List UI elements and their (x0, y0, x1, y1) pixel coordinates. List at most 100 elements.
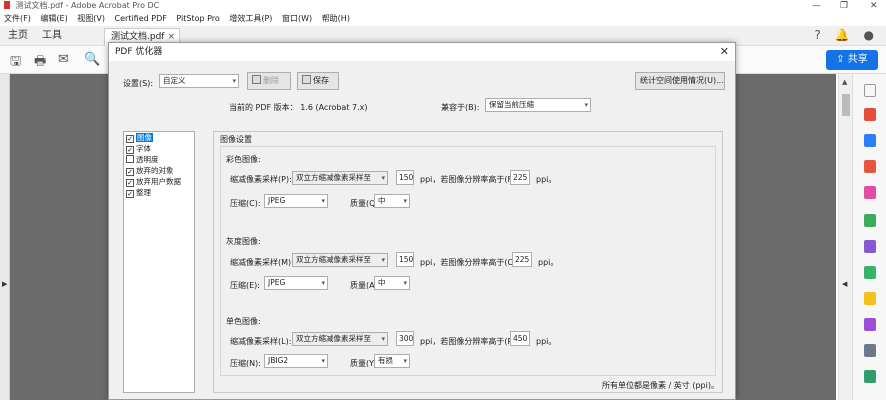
mono-ppi-input[interactable]: 300 (396, 331, 414, 346)
select-value: 双立方缩减像素采样至 (296, 173, 371, 182)
expand-left-icon[interactable]: ▶ (2, 280, 7, 288)
checkbox[interactable]: ✓ (126, 168, 134, 176)
mono-quality-select[interactable]: 有损 ▾ (374, 354, 410, 368)
color-compression-label: 压缩(C): (230, 199, 261, 208)
comment-icon[interactable] (864, 292, 876, 305)
color-quality-select[interactable]: 中 ▾ (374, 194, 410, 208)
minimize-button[interactable]: — (812, 0, 821, 12)
category-item-discard-objects[interactable]: ✓ 放弃的对象 (124, 165, 194, 176)
select-value: JBIG2 (268, 356, 289, 365)
menu-edit[interactable]: 编辑(E) (40, 14, 67, 23)
category-label: 放弃用户数据 (136, 177, 181, 186)
gray-compression-label: 压缩(E): (230, 281, 260, 290)
checkbox[interactable]: ✓ (126, 135, 134, 143)
help-icon[interactable]: ? (815, 28, 821, 42)
checkbox[interactable] (126, 155, 134, 163)
category-label: 放弃的对象 (136, 166, 174, 175)
gray-above-input[interactable]: 225 (512, 252, 532, 267)
select-value: JPEG (268, 196, 286, 205)
chevron-down-icon: ▾ (321, 197, 325, 205)
gray-ppi-input[interactable]: 150 (396, 252, 414, 267)
tab-tools[interactable]: 工具 (42, 26, 62, 46)
gray-above-unit: ppi。 (538, 258, 559, 267)
category-item-fonts[interactable]: ✓ 字体 (124, 143, 194, 154)
gray-quality-select[interactable]: 中 ▾ (374, 276, 410, 290)
save-icon[interactable]: 🖫 (10, 52, 21, 74)
scroll-thumb[interactable] (842, 94, 850, 116)
compat-label: 兼容于(B): (441, 103, 480, 112)
checkbox[interactable]: ✓ (126, 190, 134, 198)
scroll-up-icon[interactable]: ▲ (842, 78, 847, 86)
vertical-scrollbar[interactable]: ▲ ◀ (838, 74, 852, 400)
chevron-down-icon: ▾ (403, 357, 407, 365)
save-settings-button[interactable]: 保存 (297, 72, 339, 90)
dialog-close-icon[interactable]: ✕ (720, 43, 729, 61)
settings-select[interactable]: 自定义 ▾ (159, 74, 239, 88)
delete-button-label: 删除 (263, 76, 279, 85)
left-collapse-strip[interactable]: ▶ (0, 74, 10, 400)
color-compression-select[interactable]: JPEG ▾ (264, 194, 328, 208)
mono-images-title: 单色图像: (226, 317, 261, 326)
share-icon: ⇪ (836, 54, 848, 65)
maximize-button[interactable]: ❐ (840, 0, 848, 12)
tab-home[interactable]: 主页 (8, 26, 28, 46)
search-tool-icon[interactable] (864, 84, 876, 97)
checkbox[interactable]: ✓ (126, 146, 134, 154)
mono-compression-select[interactable]: JBIG2 ▾ (264, 354, 328, 368)
close-window-button[interactable]: ✕ (870, 0, 878, 12)
gray-compression-select[interactable]: JPEG ▾ (264, 276, 328, 290)
menu-plugins[interactable]: 增效工具(P) (229, 14, 272, 23)
enhance-scans-icon[interactable] (864, 266, 876, 279)
mono-ppi-unit: ppi，若图像分辨率高于(R) (420, 337, 517, 346)
mono-downsample-select[interactable]: 双立方缩减像素采样至 ▾ (292, 332, 388, 346)
share-button[interactable]: ⇪ 共享 (826, 50, 878, 70)
menu-bar: 文件(F) 编辑(E) 视图(V) Certified PDF PitStop … (0, 12, 886, 26)
select-value: 有损 (378, 356, 393, 365)
menu-file[interactable]: 文件(F) (4, 14, 31, 23)
gray-images-title: 灰度图像: (226, 237, 261, 246)
organize-pages-icon[interactable] (864, 240, 876, 253)
chevron-down-icon: ▾ (403, 197, 407, 205)
user-icon[interactable]: ● (864, 28, 874, 42)
category-item-images[interactable]: ✓ 图像 (124, 132, 194, 143)
color-above-input[interactable]: 225 (510, 170, 530, 185)
delete-button[interactable]: 删除 (247, 72, 291, 90)
audit-space-button[interactable]: 统计空间使用情况(U)... (635, 72, 725, 90)
menu-certified-pdf[interactable]: Certified PDF (115, 14, 167, 23)
menu-help[interactable]: 帮助(H) (322, 14, 350, 23)
menu-view[interactable]: 视图(V) (77, 14, 105, 23)
chevron-down-icon: ▾ (381, 174, 385, 182)
menu-window[interactable]: 窗口(W) (282, 14, 312, 23)
category-list[interactable]: ✓ 图像 ✓ 字体 透明度 ✓ 放弃的对象 ✓ 放弃用户数据 ✓ 整理 (123, 131, 195, 393)
menu-pitstop[interactable]: PitStop Pro (176, 14, 219, 23)
chevron-down-icon: ▾ (381, 335, 385, 343)
color-downsample-select[interactable]: 双立方缩减像素采样至 ▾ (292, 171, 388, 185)
image-settings-heading: 图像设置 (220, 135, 252, 144)
export-pdf-icon[interactable] (864, 108, 876, 121)
zoom-icon[interactable]: 🔍 (84, 52, 100, 67)
checkbox[interactable]: ✓ (126, 179, 134, 187)
color-ppi-input[interactable]: 150 (396, 170, 414, 185)
gray-downsample-label: 缩减像素采样(M): (230, 258, 294, 267)
compat-select[interactable]: 保留当前压缩 ▾ (485, 98, 591, 112)
category-item-clean-up[interactable]: ✓ 整理 (124, 187, 194, 198)
dialog-title: PDF 优化器 (115, 47, 163, 57)
more-tools-icon[interactable] (864, 370, 876, 383)
save-settings-label: 保存 (313, 76, 329, 85)
print-icon[interactable]: 🖶 (34, 52, 46, 74)
color-downsample-label: 缩减像素采样(P): (230, 175, 292, 184)
category-item-transparency[interactable]: 透明度 (124, 154, 194, 165)
create-pdf-icon[interactable] (864, 134, 876, 147)
fill-sign-icon[interactable] (864, 318, 876, 331)
combine-files-icon[interactable] (864, 160, 876, 173)
mail-icon[interactable]: ✉ (58, 52, 69, 67)
export-icon[interactable] (864, 214, 876, 227)
gray-downsample-select[interactable]: 双立方缩减像素采样至 ▾ (292, 253, 388, 267)
mono-above-input[interactable]: 450 (510, 331, 530, 346)
print-production-icon[interactable] (864, 344, 876, 357)
bell-icon[interactable]: 🔔 (835, 28, 850, 42)
pdf-optimizer-dialog: PDF 优化器 ✕ 设置(S): 自定义 ▾ 删除 保存 统计空间使用情况(U)… (108, 42, 736, 400)
category-item-discard-user-data[interactable]: ✓ 放弃用户数据 (124, 176, 194, 187)
edit-pdf-icon[interactable] (864, 186, 876, 199)
collapse-right-icon[interactable]: ◀ (842, 280, 847, 288)
